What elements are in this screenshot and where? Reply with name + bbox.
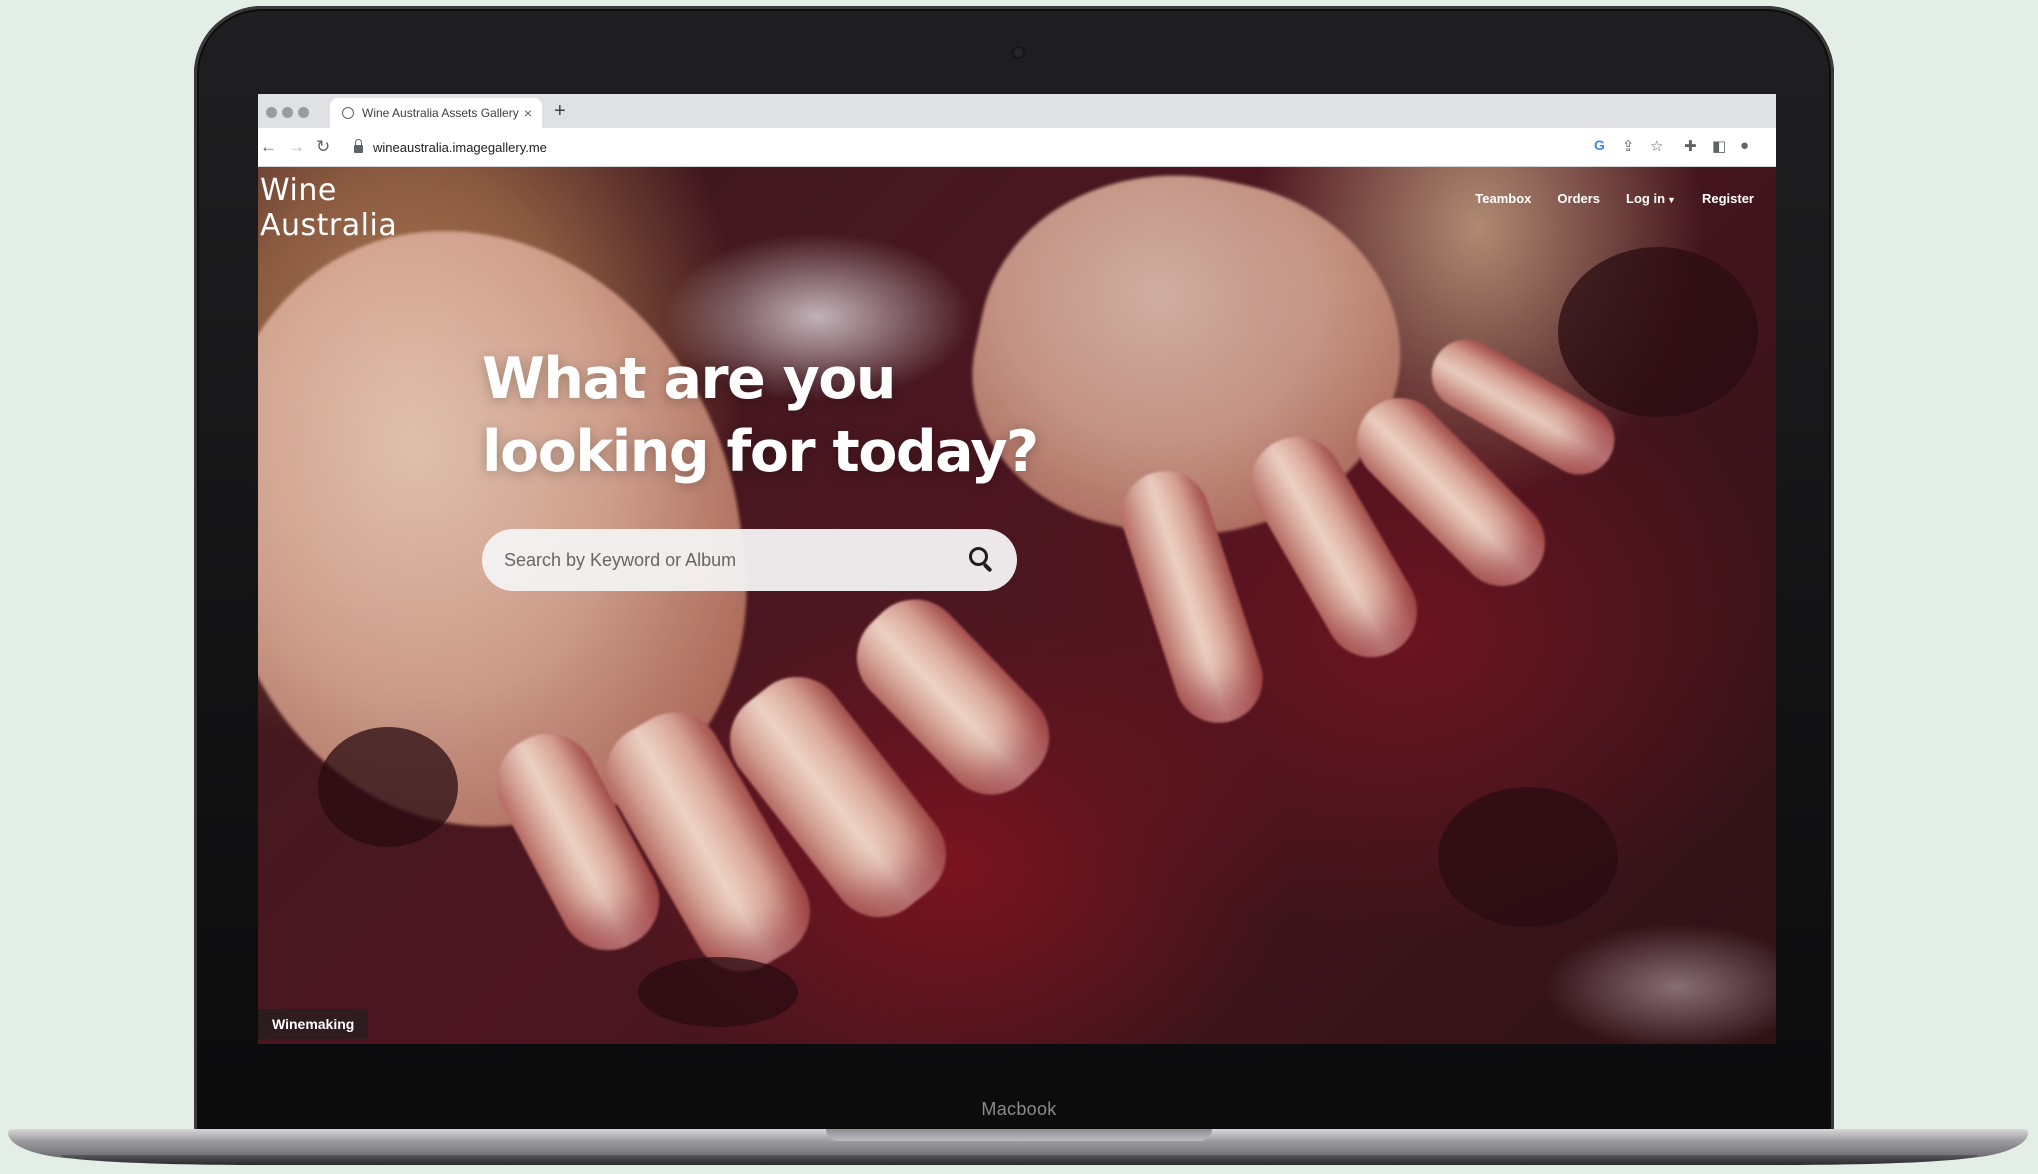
arrow-right-icon[interactable]: →: [288, 137, 305, 157]
laptop-screen: Wine Australia Assets Gallery × + ← → ↻ …: [258, 94, 1776, 1044]
nav-login[interactable]: Log in ▼: [1626, 191, 1676, 206]
profile-icon[interactable]: ●: [1740, 137, 1749, 154]
laptop-notch: [826, 1129, 1212, 1141]
photo-grape-must: [638, 957, 798, 1027]
chevron-down-icon: ▼: [1667, 195, 1676, 205]
photo-grape-must: [1438, 787, 1618, 927]
camera-icon: [1014, 48, 1023, 57]
window-close-dot[interactable]: [266, 107, 277, 118]
search-icon[interactable]: [967, 545, 997, 575]
search-handle: [982, 562, 993, 573]
photo-grape-must: [1558, 247, 1758, 417]
hero-section: Wine Australia Teambox Orders Log in ▼ Re…: [258, 167, 1776, 1044]
device-label: Macbook: [981, 1099, 1057, 1119]
site-nav: Teambox Orders Log in ▼ Register: [1475, 191, 1754, 206]
url-text[interactable]: wineaustralia.imagegallery.me: [373, 140, 547, 155]
hero-title: What are you looking for today?: [482, 343, 1039, 489]
new-tab-button[interactable]: +: [554, 100, 566, 123]
google-icon[interactable]: G: [1594, 137, 1605, 153]
site-logo[interactable]: Wine Australia: [260, 173, 397, 243]
tab-title: Wine Australia Assets Gallery: [362, 106, 519, 120]
tab-favicon-icon: [342, 107, 354, 119]
nav-login-label: Log in: [1626, 191, 1666, 206]
nav-teambox[interactable]: Teambox: [1475, 191, 1531, 206]
star-icon[interactable]: ☆: [1650, 137, 1663, 155]
arrow-left-icon[interactable]: ←: [260, 137, 277, 157]
reload-icon[interactable]: ↻: [316, 137, 330, 157]
search-bar: [482, 529, 1017, 591]
search-input[interactable]: [502, 548, 967, 572]
nav-teambox-label: Teambox: [1475, 191, 1532, 206]
photo-caption-badge: Winemaking: [258, 1009, 369, 1039]
share-icon[interactable]: ⇪: [1622, 137, 1635, 155]
logo-line-1: Wine: [260, 173, 337, 208]
logo-line-2: Australia: [260, 208, 398, 243]
browser-toolbar: ← → ↻ wineaustralia.imagegallery.me G ⇪ …: [258, 128, 1776, 167]
window-minimize-dot[interactable]: [282, 107, 293, 118]
address-bar[interactable]: wineaustralia.imagegallery.me: [348, 133, 1728, 161]
hero-title-line-1: What are you: [482, 346, 896, 412]
hero-title-line-2: looking for today?: [482, 419, 1039, 485]
lock-icon: [354, 139, 363, 153]
browser-tab-active[interactable]: Wine Australia Assets Gallery ×: [330, 98, 542, 128]
extensions-icon[interactable]: ✚: [1684, 137, 1697, 155]
sidebar-icon[interactable]: ◧: [1712, 137, 1726, 155]
window-maximize-dot[interactable]: [298, 107, 309, 118]
nav-orders[interactable]: Orders: [1557, 191, 1600, 206]
browser-tab-bar: Wine Australia Assets Gallery × +: [258, 94, 1776, 128]
tab-close-icon[interactable]: ×: [524, 105, 532, 121]
laptop-foot: [60, 1155, 1978, 1165]
nav-register[interactable]: Register: [1702, 191, 1754, 206]
photo-grape-must: [318, 727, 458, 847]
